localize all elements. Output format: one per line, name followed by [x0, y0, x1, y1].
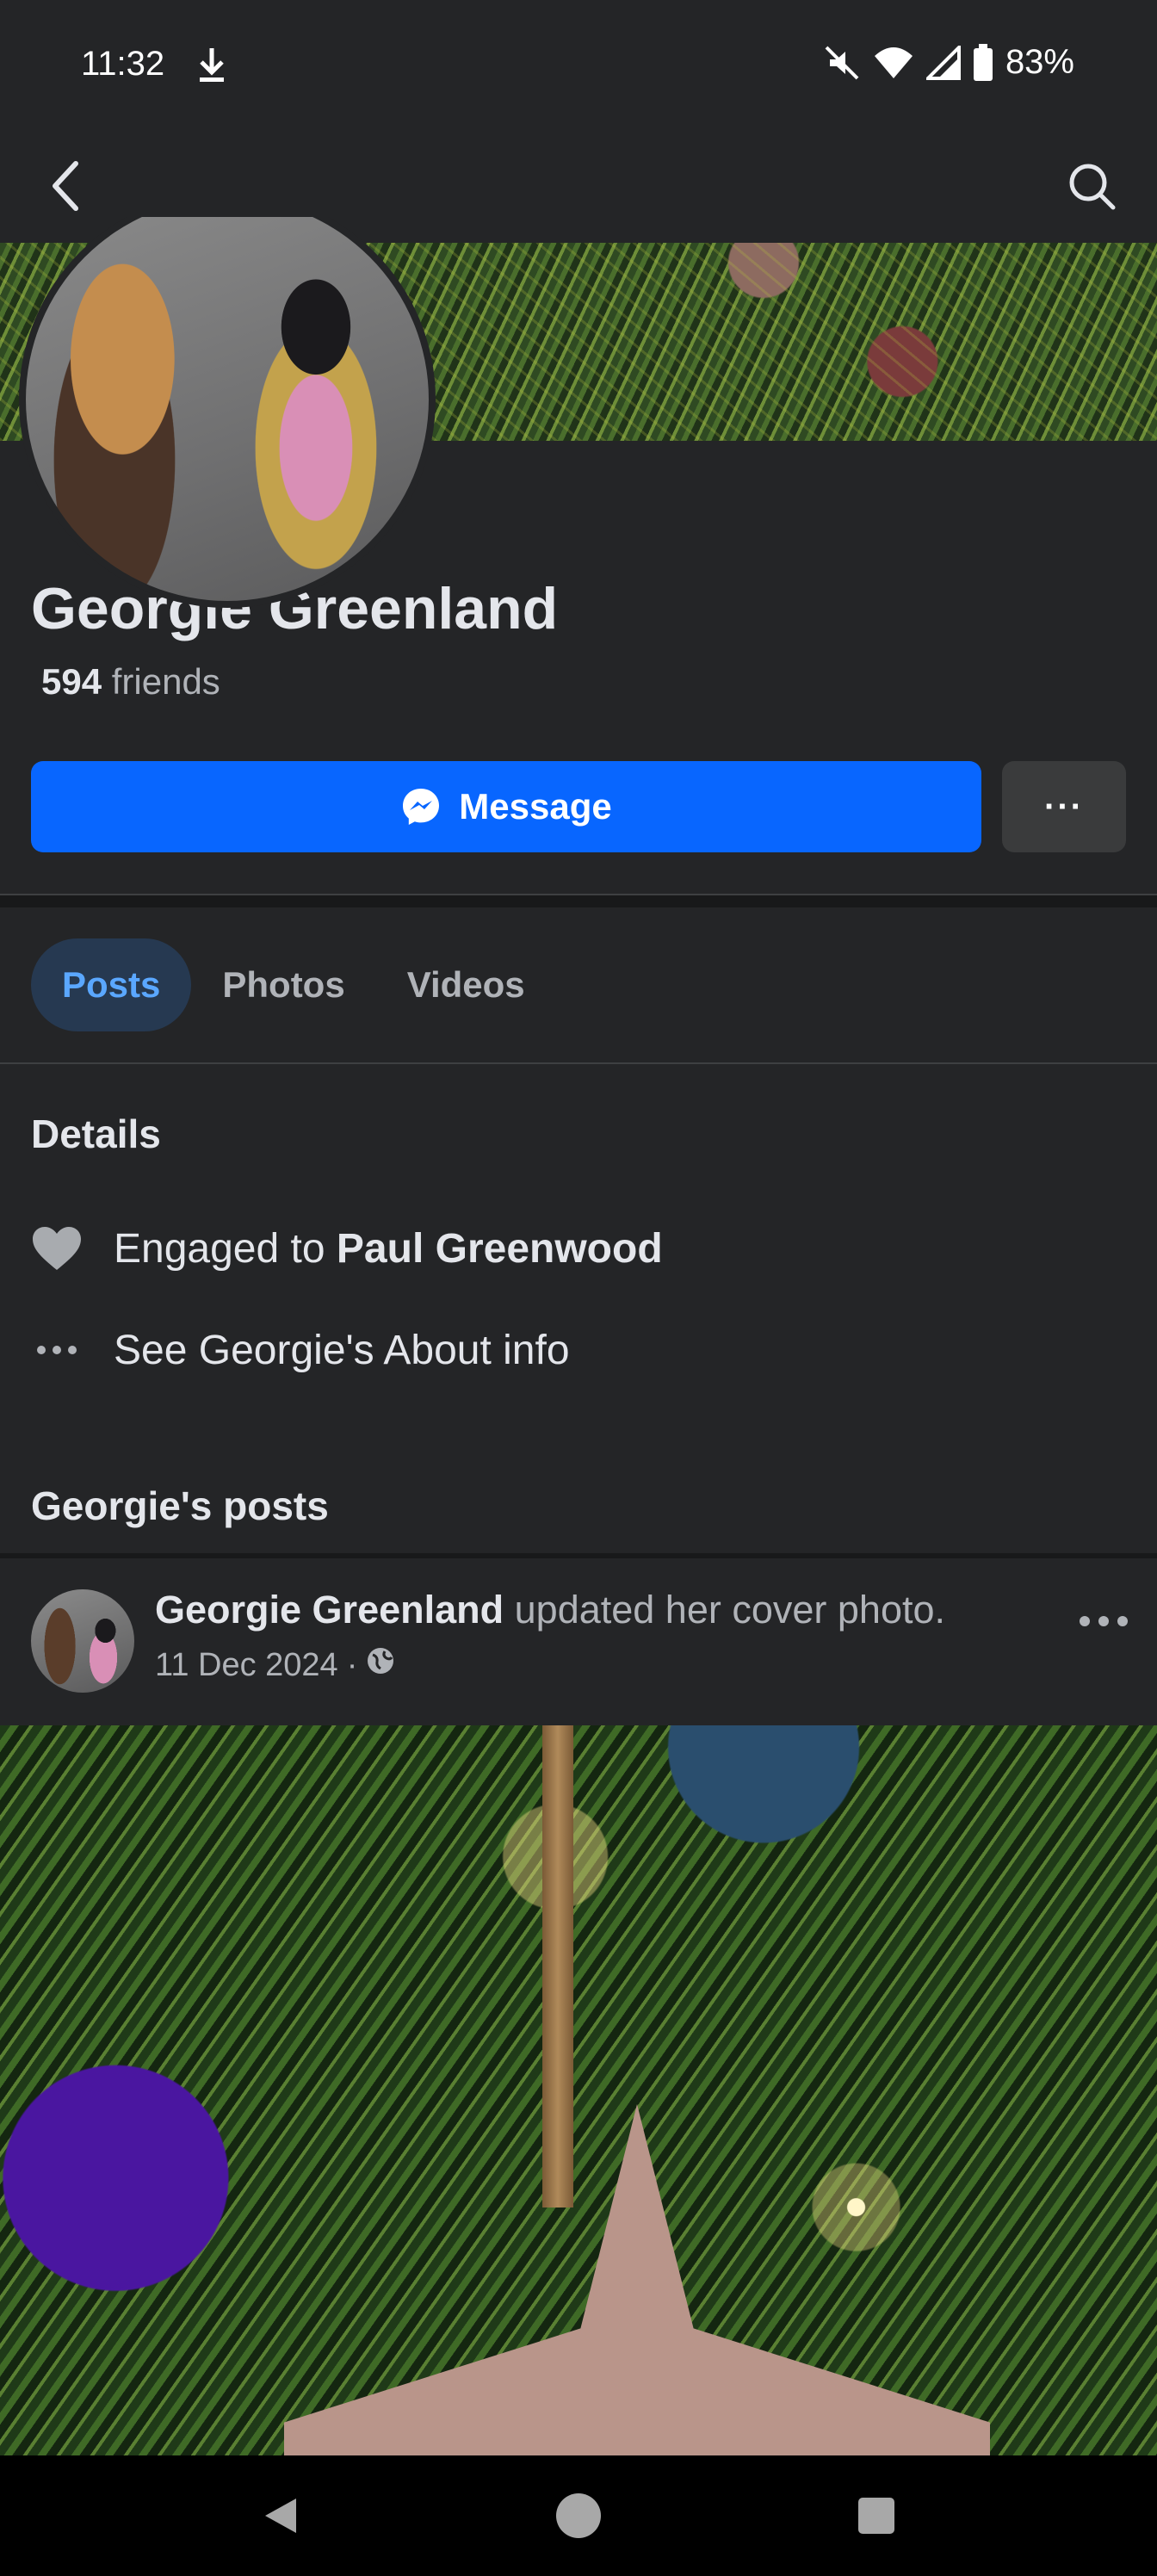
posts-section-title: Georgie's posts [31, 1483, 329, 1528]
nav-back-icon [265, 2499, 296, 2533]
relationship-detail[interactable]: Engaged to Paul Greenwood [31, 1223, 663, 1274]
more-icon: ··· [1044, 787, 1084, 826]
nav-home-icon [556, 2493, 601, 2538]
friends-count[interactable]: 594 friends [41, 661, 220, 703]
heart-icon [31, 1223, 83, 1274]
nav-back-button[interactable] [255, 2490, 306, 2542]
post-header: Georgie Greenland updated her cover phot… [155, 1588, 945, 1632]
ornament-string [542, 1725, 573, 2208]
tabs-divider [0, 1062, 1157, 1064]
dots-icon [31, 1324, 83, 1376]
search-button[interactable] [1061, 155, 1123, 217]
post-date[interactable]: 11 Dec 2024 [155, 1647, 338, 1684]
battery-percent: 83% [1005, 43, 1074, 81]
details-title: Details [31, 1112, 161, 1156]
post-more-button[interactable] [1078, 1591, 1129, 1638]
back-icon [53, 161, 78, 211]
star-ornament [284, 2104, 990, 2455]
system-nav-bar [0, 2455, 1157, 2576]
back-button[interactable] [34, 155, 96, 217]
tab-photos[interactable]: Photos [191, 938, 375, 1031]
post-author-avatar[interactable] [31, 1589, 134, 1693]
battery-icon [973, 43, 993, 82]
status-icons: 83% [823, 43, 1074, 82]
post-meta: 11 Dec 2024 · [155, 1646, 395, 1684]
friends-number: 594 [41, 661, 102, 702]
signal-icon [925, 45, 961, 80]
message-label: Message [459, 786, 612, 827]
nav-home-button[interactable] [553, 2490, 604, 2542]
search-icon [1069, 164, 1116, 210]
post-meta-separator: · [346, 1646, 358, 1683]
post-action-text: updated her cover photo. [514, 1588, 946, 1632]
engaged-prefix: Engaged to [114, 1225, 325, 1272]
status-time: 11:32 [81, 45, 165, 83]
profile-more-button[interactable]: ··· [1002, 761, 1126, 852]
messenger-icon [403, 789, 440, 825]
nav-recents-button[interactable] [851, 2490, 902, 2542]
nav-recents-icon [858, 2498, 894, 2534]
partner-name[interactable]: Paul Greenwood [337, 1226, 663, 1272]
tab-posts[interactable]: Posts [31, 938, 192, 1031]
profile-picture[interactable] [19, 217, 436, 608]
post-photo[interactable] [0, 1725, 1157, 2455]
globe-icon [366, 1646, 395, 1684]
about-info-link[interactable]: See Georgie's About info [31, 1324, 570, 1376]
wifi-icon [873, 46, 914, 80]
friends-label: friends [111, 661, 220, 702]
message-button[interactable]: Message [31, 761, 981, 852]
post-author-name[interactable]: Georgie Greenland [155, 1588, 504, 1632]
engaged-text: Engaged to Paul Greenwood [114, 1225, 663, 1273]
section-divider [0, 894, 1157, 907]
posts-divider [0, 1553, 1157, 1558]
profile-page: 11:32 83% Georgie Greenland 594 friends … [0, 0, 1157, 2576]
profile-tabs: Posts Photos Videos [31, 938, 556, 1031]
about-info-label: See Georgie's About info [114, 1327, 570, 1373]
more-options-icon [1080, 1616, 1128, 1626]
status-bar: 11:32 83% [0, 0, 1157, 129]
tab-videos[interactable]: Videos [376, 938, 556, 1031]
download-icon [195, 43, 229, 86]
mute-icon [823, 44, 861, 82]
